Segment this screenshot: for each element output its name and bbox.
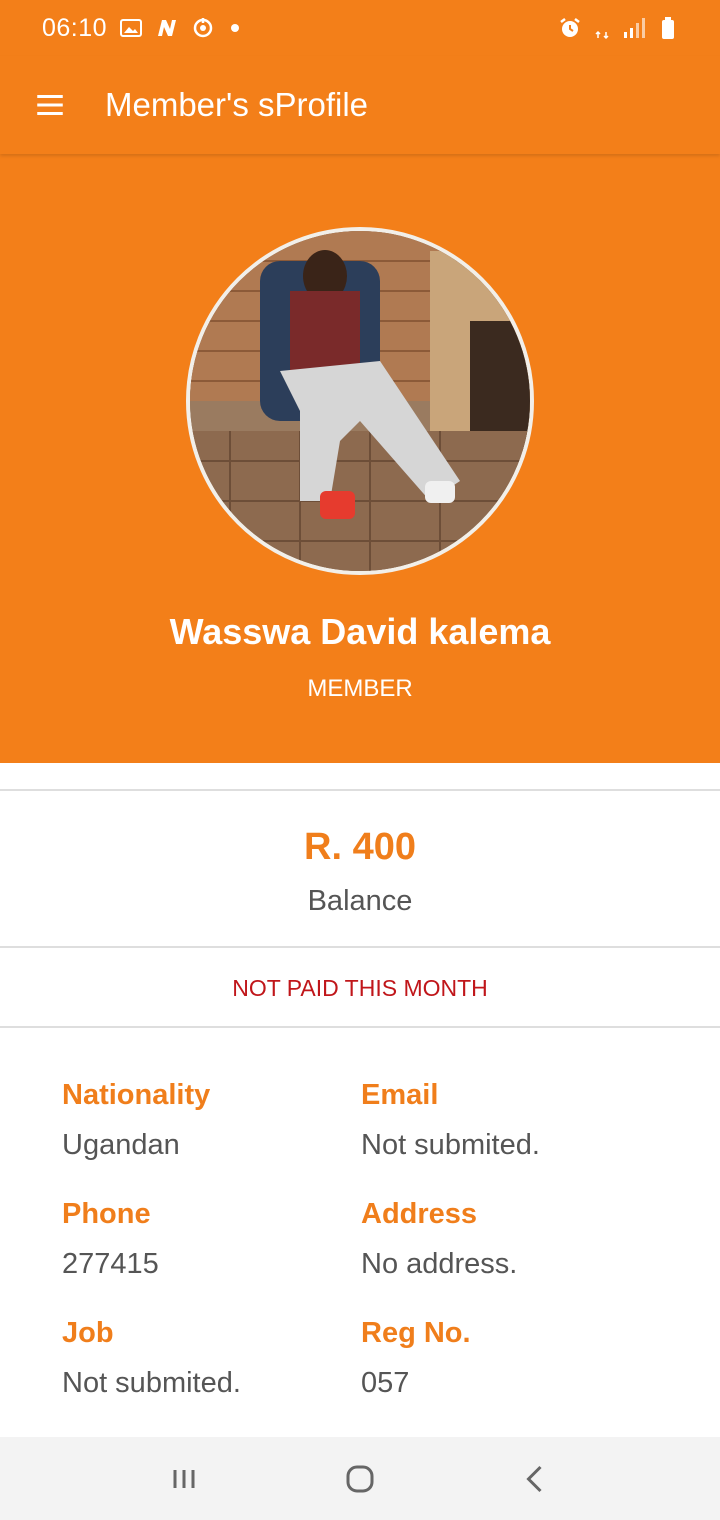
back-icon — [526, 1465, 542, 1492]
field-value: No address. — [361, 1248, 518, 1280]
avatar[interactable] — [186, 227, 534, 575]
signal-icon — [622, 16, 646, 40]
home-icon — [346, 1465, 374, 1492]
field-phone: Phone 277415 — [62, 1195, 361, 1314]
profile-photo — [190, 231, 530, 571]
image-icon — [119, 16, 143, 40]
field-address: Address No address. — [361, 1195, 661, 1314]
divider — [0, 1026, 720, 1028]
field-value: Ugandan — [62, 1129, 180, 1161]
field-email: Email Not submited. — [361, 1076, 661, 1195]
member-name: Wasswa David kalema — [169, 611, 551, 652]
back-button[interactable] — [514, 1457, 558, 1501]
home-button[interactable] — [338, 1457, 382, 1501]
field-job: Job Not submited. — [62, 1314, 361, 1433]
field-label: Reg No. — [361, 1317, 471, 1349]
n-app-icon — [155, 16, 179, 40]
balance-label: Balance — [307, 885, 413, 917]
field-label: Address — [361, 1198, 478, 1230]
balance-section: R. 400 Balance — [0, 792, 720, 946]
recent-apps-icon — [173, 1469, 195, 1488]
menu-icon — [37, 94, 63, 116]
balance-value: R. 400 — [304, 826, 416, 868]
recent-apps-button[interactable] — [162, 1457, 206, 1501]
network-4g-icon — [592, 16, 612, 40]
member-details: Nationality Ugandan Email Not submited. … — [62, 1076, 682, 1433]
profile-header: Wasswa David kalema MEMBER — [0, 154, 720, 763]
member-role: MEMBER — [307, 675, 413, 702]
field-value: Not submited. — [361, 1129, 540, 1161]
battery-icon — [656, 16, 680, 40]
status-time: 06:10 — [42, 13, 108, 42]
app-bar: Member's sProfile — [0, 56, 720, 154]
divider — [0, 789, 720, 791]
field-value: Not submited. — [62, 1367, 241, 1399]
field-label: Nationality — [62, 1079, 211, 1111]
system-nav-bar — [0, 1437, 720, 1520]
field-label: Job — [62, 1317, 114, 1349]
divider — [0, 946, 720, 948]
menu-button[interactable] — [20, 75, 80, 135]
alarm-icon — [558, 16, 582, 40]
payment-status: NOT PAID THIS MONTH — [232, 974, 488, 1001]
field-nationality: Nationality Ugandan — [62, 1076, 361, 1195]
field-value: 277415 — [62, 1248, 159, 1280]
notification-dot-icon — [231, 24, 240, 32]
page-title: Member's sProfile — [105, 86, 369, 123]
sync-icon — [191, 16, 215, 40]
field-reg-no: Reg No. 057 — [361, 1314, 661, 1433]
field-value: 057 — [361, 1367, 410, 1399]
field-label: Phone — [62, 1198, 151, 1230]
status-bar: 06:10 — [0, 0, 720, 56]
field-label: Email — [361, 1079, 439, 1111]
